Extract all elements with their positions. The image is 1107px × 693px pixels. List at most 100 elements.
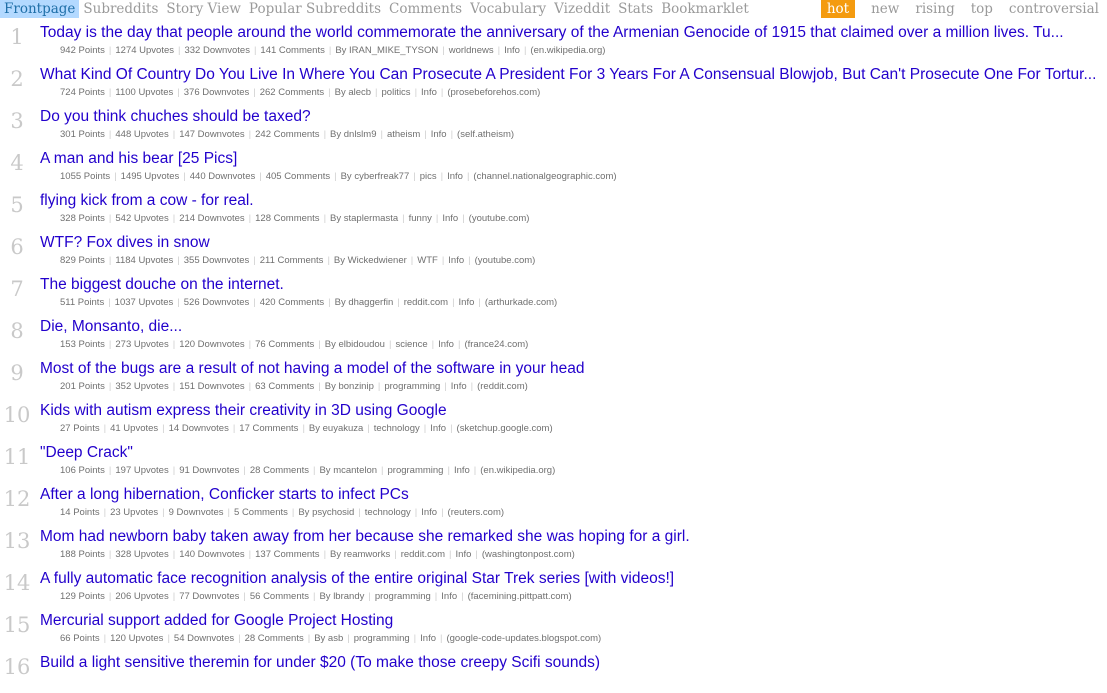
nav-stats[interactable]: Stats [614,0,657,18]
story-subreddit[interactable]: programming [384,465,448,476]
story-author[interactable]: By cyberfreak77 [337,171,414,182]
sort-rising[interactable]: rising [907,0,962,18]
story-comments-link[interactable]: 28 Comments [246,465,313,476]
story-info-link[interactable]: Info [417,87,441,98]
sort-new[interactable]: new [863,0,907,18]
story-subreddit[interactable]: worldnews [445,45,498,56]
story-info-link[interactable]: Info [450,465,474,476]
story-title-link[interactable]: Kids with autism express their creativit… [40,402,1105,420]
story-subreddit[interactable]: science [391,339,431,350]
story-subreddit[interactable]: politics [378,87,415,98]
story-row: 8 Die, Monsanto, die... 153 Points | 273 Upv… [0,315,1107,357]
story-info-link[interactable]: Info [447,381,471,392]
story-comments-link[interactable]: 242 Comments [251,129,323,140]
story-title-link[interactable]: Mercurial support added for Google Proje… [40,612,1105,630]
nav-story-view[interactable]: Story View [162,0,245,18]
story-info-link[interactable]: Info [426,423,450,434]
story-comments-link[interactable]: 56 Comments [246,591,313,602]
story-upvotes: 23 Upvotes [110,507,159,518]
story-title-link[interactable]: Die, Monsanto, die... [40,318,1105,336]
story-subreddit[interactable]: funny [405,213,436,224]
story-comments-link[interactable]: 405 Comments [262,171,334,182]
story-points: 106 Points [60,465,105,476]
story-comments-link[interactable]: 141 Comments [256,45,328,56]
sort-hot[interactable]: hot [820,0,856,18]
story-info-link[interactable]: Info [443,171,467,182]
story-author[interactable]: By bonzinip [321,381,378,392]
story-info-link[interactable]: Info [438,213,462,224]
story-author[interactable]: By mcantelon [315,465,381,476]
story-title-link[interactable]: WTF? Fox dives in snow [40,234,1105,252]
story-comments-link[interactable]: 17 Comments [235,423,302,434]
story-title-link[interactable]: flying kick from a cow - for real. [40,192,1105,210]
story-author[interactable]: By elbidoudou [321,339,389,350]
story-author[interactable]: By alecb [331,87,375,98]
nav-bookmarklet[interactable]: Bookmarklet [657,0,753,18]
story-subreddit[interactable]: technology [370,423,424,434]
story-downvotes: 9 Downvotes [168,507,224,518]
nav-comments[interactable]: Comments [385,0,466,18]
sort-controversial[interactable]: controversial [1001,0,1107,18]
story-author[interactable]: By asb [310,633,347,644]
story-title-link[interactable]: What Kind Of Country Do You Live In Wher… [40,66,1105,84]
story-comments-link[interactable]: 5 Comments [230,507,292,518]
story-info-link[interactable]: Info [417,507,441,518]
story-title-link[interactable]: Most of the bugs are a result of not hav… [40,360,1105,378]
story-title-link[interactable]: "Deep Crack" [40,444,1105,462]
nav-frontpage[interactable]: Frontpage [0,0,80,18]
story-title-link[interactable]: Today is the day that people around the … [40,24,1105,42]
story-info-link[interactable]: Info [452,549,476,560]
story-subreddit[interactable]: programming [371,591,435,602]
nav-vizeddit[interactable]: Vizeddit [550,0,614,18]
story-subreddit[interactable]: atheism [383,129,424,140]
story-meta: 201 Points | 352 Upvotes | 151 Downvotes | 63 … [56,381,532,392]
story-comments-link[interactable]: 76 Comments [251,339,318,350]
story-row: 12 After a long hibernation, Conficker st… [0,483,1107,525]
story-author[interactable]: By IRAN_MIKE_TYSON [331,45,442,56]
story-subreddit[interactable]: pics [416,171,441,182]
story-title-link[interactable]: Mom had newborn baby taken away from her… [40,528,1105,546]
nav-popular-subreddits[interactable]: Popular Subreddits [245,0,385,18]
story-info-link[interactable]: Info [444,255,468,266]
story-subreddit[interactable]: WTF [413,255,442,266]
story-subreddit[interactable]: programming [350,633,414,644]
story-title-link[interactable]: After a long hibernation, Conficker star… [40,486,1105,504]
story-author[interactable]: By Wickedwiener [330,255,411,266]
story-author[interactable]: By psychosid [294,507,358,518]
story-info-link[interactable]: Info [434,339,458,350]
story-author[interactable]: By reamworks [326,549,394,560]
story-author[interactable]: By euyakuza [305,423,367,434]
story-comments-link[interactable]: 28 Comments [241,633,308,644]
story-author[interactable]: By dhaggerfin [331,297,398,308]
story-comments-link[interactable]: 211 Comments [256,255,328,266]
story-title-link[interactable]: A man and his bear [25 Pics] [40,150,1105,168]
story-title-link[interactable]: A fully automatic face recognition analy… [40,570,1105,588]
story-title-link[interactable]: Do you think chuches should be taxed? [40,108,1105,126]
story-comments-link[interactable]: 420 Comments [256,297,328,308]
story-comments-link[interactable]: 63 Comments [251,381,318,392]
story-author[interactable]: By dnlslm9 [326,129,380,140]
story-info-link[interactable]: Info [455,297,479,308]
story-subreddit[interactable]: programming [380,381,444,392]
story-title-link[interactable]: Build a light sensitive theremin for und… [40,654,1105,672]
story-author[interactable]: By lbrandy [315,591,368,602]
story-subreddit[interactable]: technology [361,507,415,518]
story-comments-link[interactable]: 137 Comments [251,549,323,560]
story-info-link[interactable]: Info [416,633,440,644]
story-subreddit[interactable]: reddit.com [397,549,449,560]
sort-top[interactable]: top [963,0,1001,18]
story-info-link[interactable]: Info [427,129,451,140]
story-rank: 4 [10,151,24,175]
story-info-link[interactable]: Info [500,45,524,56]
story-downvotes: 120 Downvotes [179,339,245,350]
story-comments-link[interactable]: 262 Comments [256,87,328,98]
story-author[interactable]: By staplermasta [326,213,402,224]
story-title-link[interactable]: The biggest douche on the internet. [40,276,1105,294]
story-subreddit[interactable]: reddit.com [400,297,452,308]
nav-subreddits[interactable]: Subreddits [79,0,162,18]
story-info-link[interactable]: Info [437,591,461,602]
nav-vocabulary[interactable]: Vocabulary [466,0,550,18]
story-row: 10 Kids with autism express their creativ… [0,399,1107,441]
story-comments-link[interactable]: 128 Comments [251,213,323,224]
story-meta: 1055 Points | 1495 Upvotes | 440 Downvotes | 4… [56,171,621,182]
